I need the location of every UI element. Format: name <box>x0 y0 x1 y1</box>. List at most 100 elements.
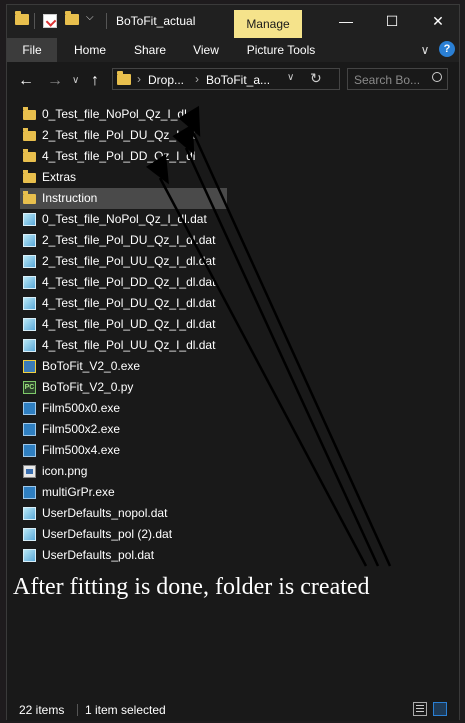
folder-icon <box>23 128 36 141</box>
tab-file[interactable]: File <box>7 38 57 62</box>
folder-icon <box>23 107 36 120</box>
new-folder-icon[interactable] <box>65 11 79 28</box>
file-list-item[interactable]: Film500x0.exe <box>20 398 205 419</box>
exe-file-icon <box>23 486 36 499</box>
search-box[interactable]: Search Bo... <box>347 68 448 90</box>
details-view-icon[interactable] <box>413 702 427 716</box>
help-button[interactable]: ? <box>439 41 455 57</box>
folder-icon <box>23 191 36 204</box>
dat-file-icon <box>23 549 36 562</box>
chevron-down-icon[interactable]: ∨ <box>287 72 294 83</box>
minimize-button[interactable]: — <box>323 5 369 38</box>
ribbon-tabs: File Home Share View Picture Tools ∨ ? <box>7 38 459 62</box>
file-list-item[interactable]: multiGrPr.exe <box>20 482 205 503</box>
expand-ribbon-button[interactable]: ∨ <box>417 38 433 62</box>
recent-locations-button[interactable]: ∨ <box>72 75 79 86</box>
folder-icon <box>23 170 36 183</box>
dat-file-icon <box>23 528 36 541</box>
dat-file-icon <box>23 507 36 520</box>
file-name: multiGrPr.exe <box>42 485 115 499</box>
file-name: UserDefaults_pol (2).dat <box>42 527 173 541</box>
file-list-item[interactable]: 0_Test_file_NoPol_Qz_I_dl <box>20 104 205 125</box>
chevron-right-icon: › <box>195 72 199 86</box>
file-list-item[interactable]: UserDefaults_nopol.dat <box>20 503 205 524</box>
divider <box>34 13 35 29</box>
python-file-icon: PC <box>23 381 36 394</box>
tab-picture-tools[interactable]: Picture Tools <box>238 38 324 62</box>
file-list-item[interactable]: 4_Test_file_Pol_UD_Qz_I_dl.dat <box>20 314 215 335</box>
exe-file-icon <box>23 444 36 457</box>
file-list-item[interactable]: 2_Test_file_Pol_DU_Qz_I_dl.dat <box>20 230 215 251</box>
file-name: icon.png <box>42 464 88 478</box>
file-list-item[interactable]: Film500x2.exe <box>20 419 205 440</box>
file-name: 4_Test_file_Pol_UU_Qz_I_dl.dat <box>42 338 216 352</box>
dat-file-icon <box>23 276 36 289</box>
exe-file-icon <box>23 423 36 436</box>
search-icon <box>432 72 442 82</box>
tab-share[interactable]: Share <box>125 38 175 62</box>
close-button[interactable]: ✕ <box>415 5 461 38</box>
folder-icon <box>117 71 131 88</box>
file-name: 2_Test_file_Pol_UU_Qz_I_dl.dat <box>42 254 216 268</box>
file-name: 4_Test_file_Pol_DD_Qz_I_dl.dat <box>42 275 216 289</box>
file-list-item[interactable]: BoToFit_V2_0.exe <box>20 356 205 377</box>
file-name: UserDefaults_pol.dat <box>42 548 155 562</box>
chevron-right-icon: › <box>137 72 141 86</box>
properties-icon[interactable] <box>43 14 57 28</box>
window-title: BoToFit_actual <box>116 14 196 28</box>
file-name: UserDefaults_nopol.dat <box>42 506 168 520</box>
file-list-item[interactable]: PC BoToFit_V2_0.py <box>20 377 205 398</box>
divider <box>77 704 78 716</box>
file-list-item[interactable]: 4_Test_file_Pol_DU_Qz_I_dl.dat <box>20 293 215 314</box>
file-name: 2_Test_file_Pol_DU_Qz_I_dl <box>42 128 196 142</box>
file-list-item[interactable]: Film500x4.exe <box>20 440 205 461</box>
file-name: 4_Test_file_Pol_DD_Qz_I_dl <box>42 149 196 163</box>
file-list-item[interactable]: UserDefaults_pol.dat <box>20 545 205 566</box>
back-button[interactable]: ← <box>18 72 34 90</box>
exe-file-icon <box>23 402 36 415</box>
file-list: 0_Test_file_NoPol_Qz_I_dl 2_Test_file_Pol… <box>20 104 227 566</box>
file-list-item[interactable]: 4_Test_file_Pol_DD_Qz_I_dl.dat <box>20 272 215 293</box>
file-name: BoToFit_V2_0.py <box>42 380 134 394</box>
annotation-caption: After fitting is done, folder is created <box>13 574 370 600</box>
file-list-item[interactable]: 2_Test_file_Pol_DU_Qz_I_dl <box>20 125 205 146</box>
maximize-button[interactable]: ☐ <box>369 5 415 38</box>
up-button[interactable]: ↑ <box>91 72 99 90</box>
file-list-item[interactable]: 4_Test_file_Pol_DD_Qz_I_dl <box>20 146 205 167</box>
tab-manage[interactable]: Manage <box>234 10 302 38</box>
file-list-item[interactable]: 0_Test_file_NoPol_Qz_I_dl.dat <box>20 209 207 230</box>
file-name: BoToFit_V2_0.exe <box>42 359 141 373</box>
file-list-item[interactable]: 4_Test_file_Pol_UU_Qz_I_dl.dat <box>20 335 215 356</box>
file-list-item[interactable]: 2_Test_file_Pol_UU_Qz_I_dl.dat <box>20 251 215 272</box>
file-name: 0_Test_file_NoPol_Qz_I_dl.dat <box>42 212 207 226</box>
tab-home[interactable]: Home <box>64 38 116 62</box>
dat-file-icon <box>23 339 36 352</box>
dat-file-icon <box>23 255 36 268</box>
breadcrumb-botofit[interactable]: BoToFit_a... <box>206 73 270 87</box>
folder-icon <box>23 149 36 162</box>
png-image-icon <box>23 465 36 478</box>
breadcrumb-dropbox[interactable]: Drop... <box>148 73 184 87</box>
file-name: 4_Test_file_Pol_DU_Qz_I_dl.dat <box>42 296 216 310</box>
file-list-item[interactable]: Instruction <box>20 188 227 209</box>
file-list-item[interactable]: Extras <box>20 167 205 188</box>
address-bar[interactable]: › Drop... › BoToFit_a... ∨ ↻ <box>112 68 340 90</box>
tab-view[interactable]: View <box>184 38 228 62</box>
large-icons-view-icon[interactable] <box>433 702 447 716</box>
file-list-item[interactable]: icon.png <box>20 461 205 482</box>
file-name: 0_Test_file_NoPol_Qz_I_dl <box>42 107 187 121</box>
search-input[interactable]: Search Bo... <box>354 73 420 87</box>
forward-button[interactable]: → <box>47 72 63 90</box>
dat-file-icon <box>23 213 36 226</box>
file-explorer-window: ⌵ BoToFit_actual Manage — ☐ ✕ File Home … <box>6 4 460 721</box>
navigation-bar: ← → ∨ ↑ › Drop... › BoToFit_a... ∨ ↻ Sea… <box>7 62 459 98</box>
dat-file-icon <box>23 297 36 310</box>
python-exe-icon <box>23 360 36 373</box>
file-name: 2_Test_file_Pol_DU_Qz_I_dl.dat <box>42 233 216 247</box>
file-list-item[interactable]: UserDefaults_pol (2).dat <box>20 524 205 545</box>
item-count: 22 items <box>19 703 65 717</box>
folder-icon <box>15 11 29 28</box>
title-bar: ⌵ BoToFit_actual Manage — ☐ ✕ <box>7 5 459 38</box>
customize-toolbar-icon[interactable]: ⌵ <box>86 12 100 26</box>
refresh-icon[interactable]: ↻ <box>310 70 322 87</box>
